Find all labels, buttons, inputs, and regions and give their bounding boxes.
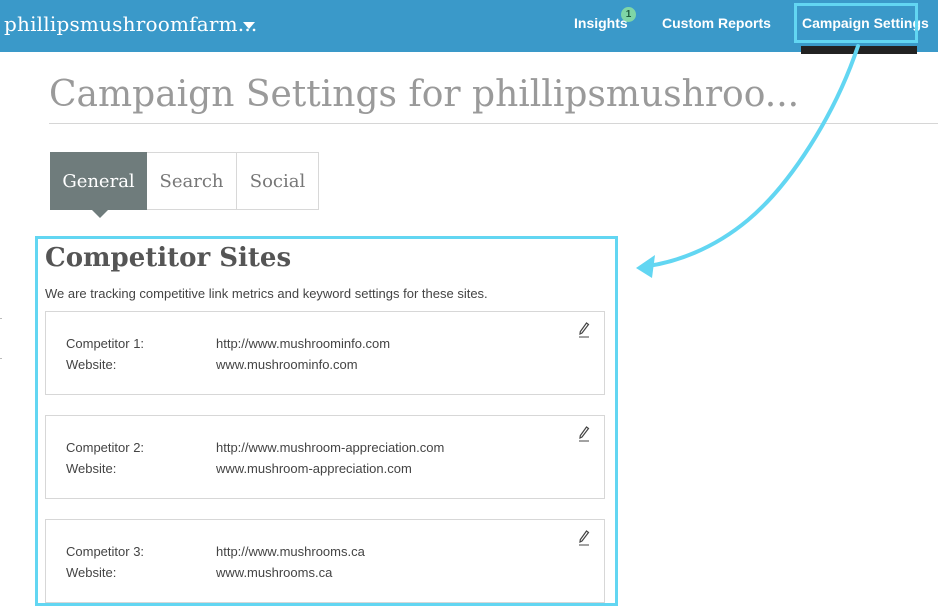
campaign-switcher-label[interactable]: phillipsmushroomfarm...	[4, 12, 257, 36]
tab-search[interactable]: Search	[147, 152, 237, 210]
caret-down-icon[interactable]	[243, 22, 255, 29]
nav-custom-reports[interactable]: Custom Reports	[662, 15, 771, 31]
website-label: Website:	[66, 357, 117, 372]
competitor-label: Competitor 3:	[66, 544, 145, 559]
competitor-card: Competitor 2: http://www.mushroom-apprec…	[45, 415, 605, 499]
competitor-url: http://www.mushrooms.ca	[216, 544, 365, 559]
tab-social[interactable]: Social	[237, 152, 319, 210]
section-description: We are tracking competitive link metrics…	[45, 286, 488, 301]
insights-count-badge: 1	[621, 7, 636, 22]
tab-general[interactable]: General	[50, 152, 147, 210]
competitor-label: Competitor 2:	[66, 440, 145, 455]
website-label: Website:	[66, 565, 117, 580]
pencil-icon[interactable]	[578, 530, 590, 546]
competitor-label: Competitor 1:	[66, 336, 145, 351]
competitor-url: http://www.mushroominfo.com	[216, 336, 391, 351]
competitor-card: Competitor 1: http://www.mushroominfo.co…	[45, 311, 605, 395]
edge-mark	[0, 358, 2, 359]
competitor-website: www.mushroominfo.com	[216, 357, 358, 372]
nav-active-indicator	[801, 46, 917, 54]
edge-mark	[0, 318, 2, 319]
campaign-settings-highlight-box	[794, 3, 918, 43]
competitor-website: www.mushroom-appreciation.com	[216, 461, 412, 476]
active-tab-pointer	[92, 210, 108, 218]
competitor-website: www.mushrooms.ca	[216, 565, 333, 580]
pencil-icon[interactable]	[578, 426, 590, 442]
website-label: Website:	[66, 461, 117, 476]
competitor-card: Competitor 3: http://www.mushrooms.ca We…	[45, 519, 605, 603]
page-title: Campaign Settings for phillipsmushroo...	[49, 74, 800, 115]
title-divider	[49, 123, 938, 124]
pencil-icon[interactable]	[578, 322, 590, 338]
competitor-url: http://www.mushroom-appreciation.com	[216, 440, 445, 455]
section-title: Competitor Sites	[45, 243, 292, 273]
nav-insights[interactable]: Insights	[574, 15, 628, 31]
